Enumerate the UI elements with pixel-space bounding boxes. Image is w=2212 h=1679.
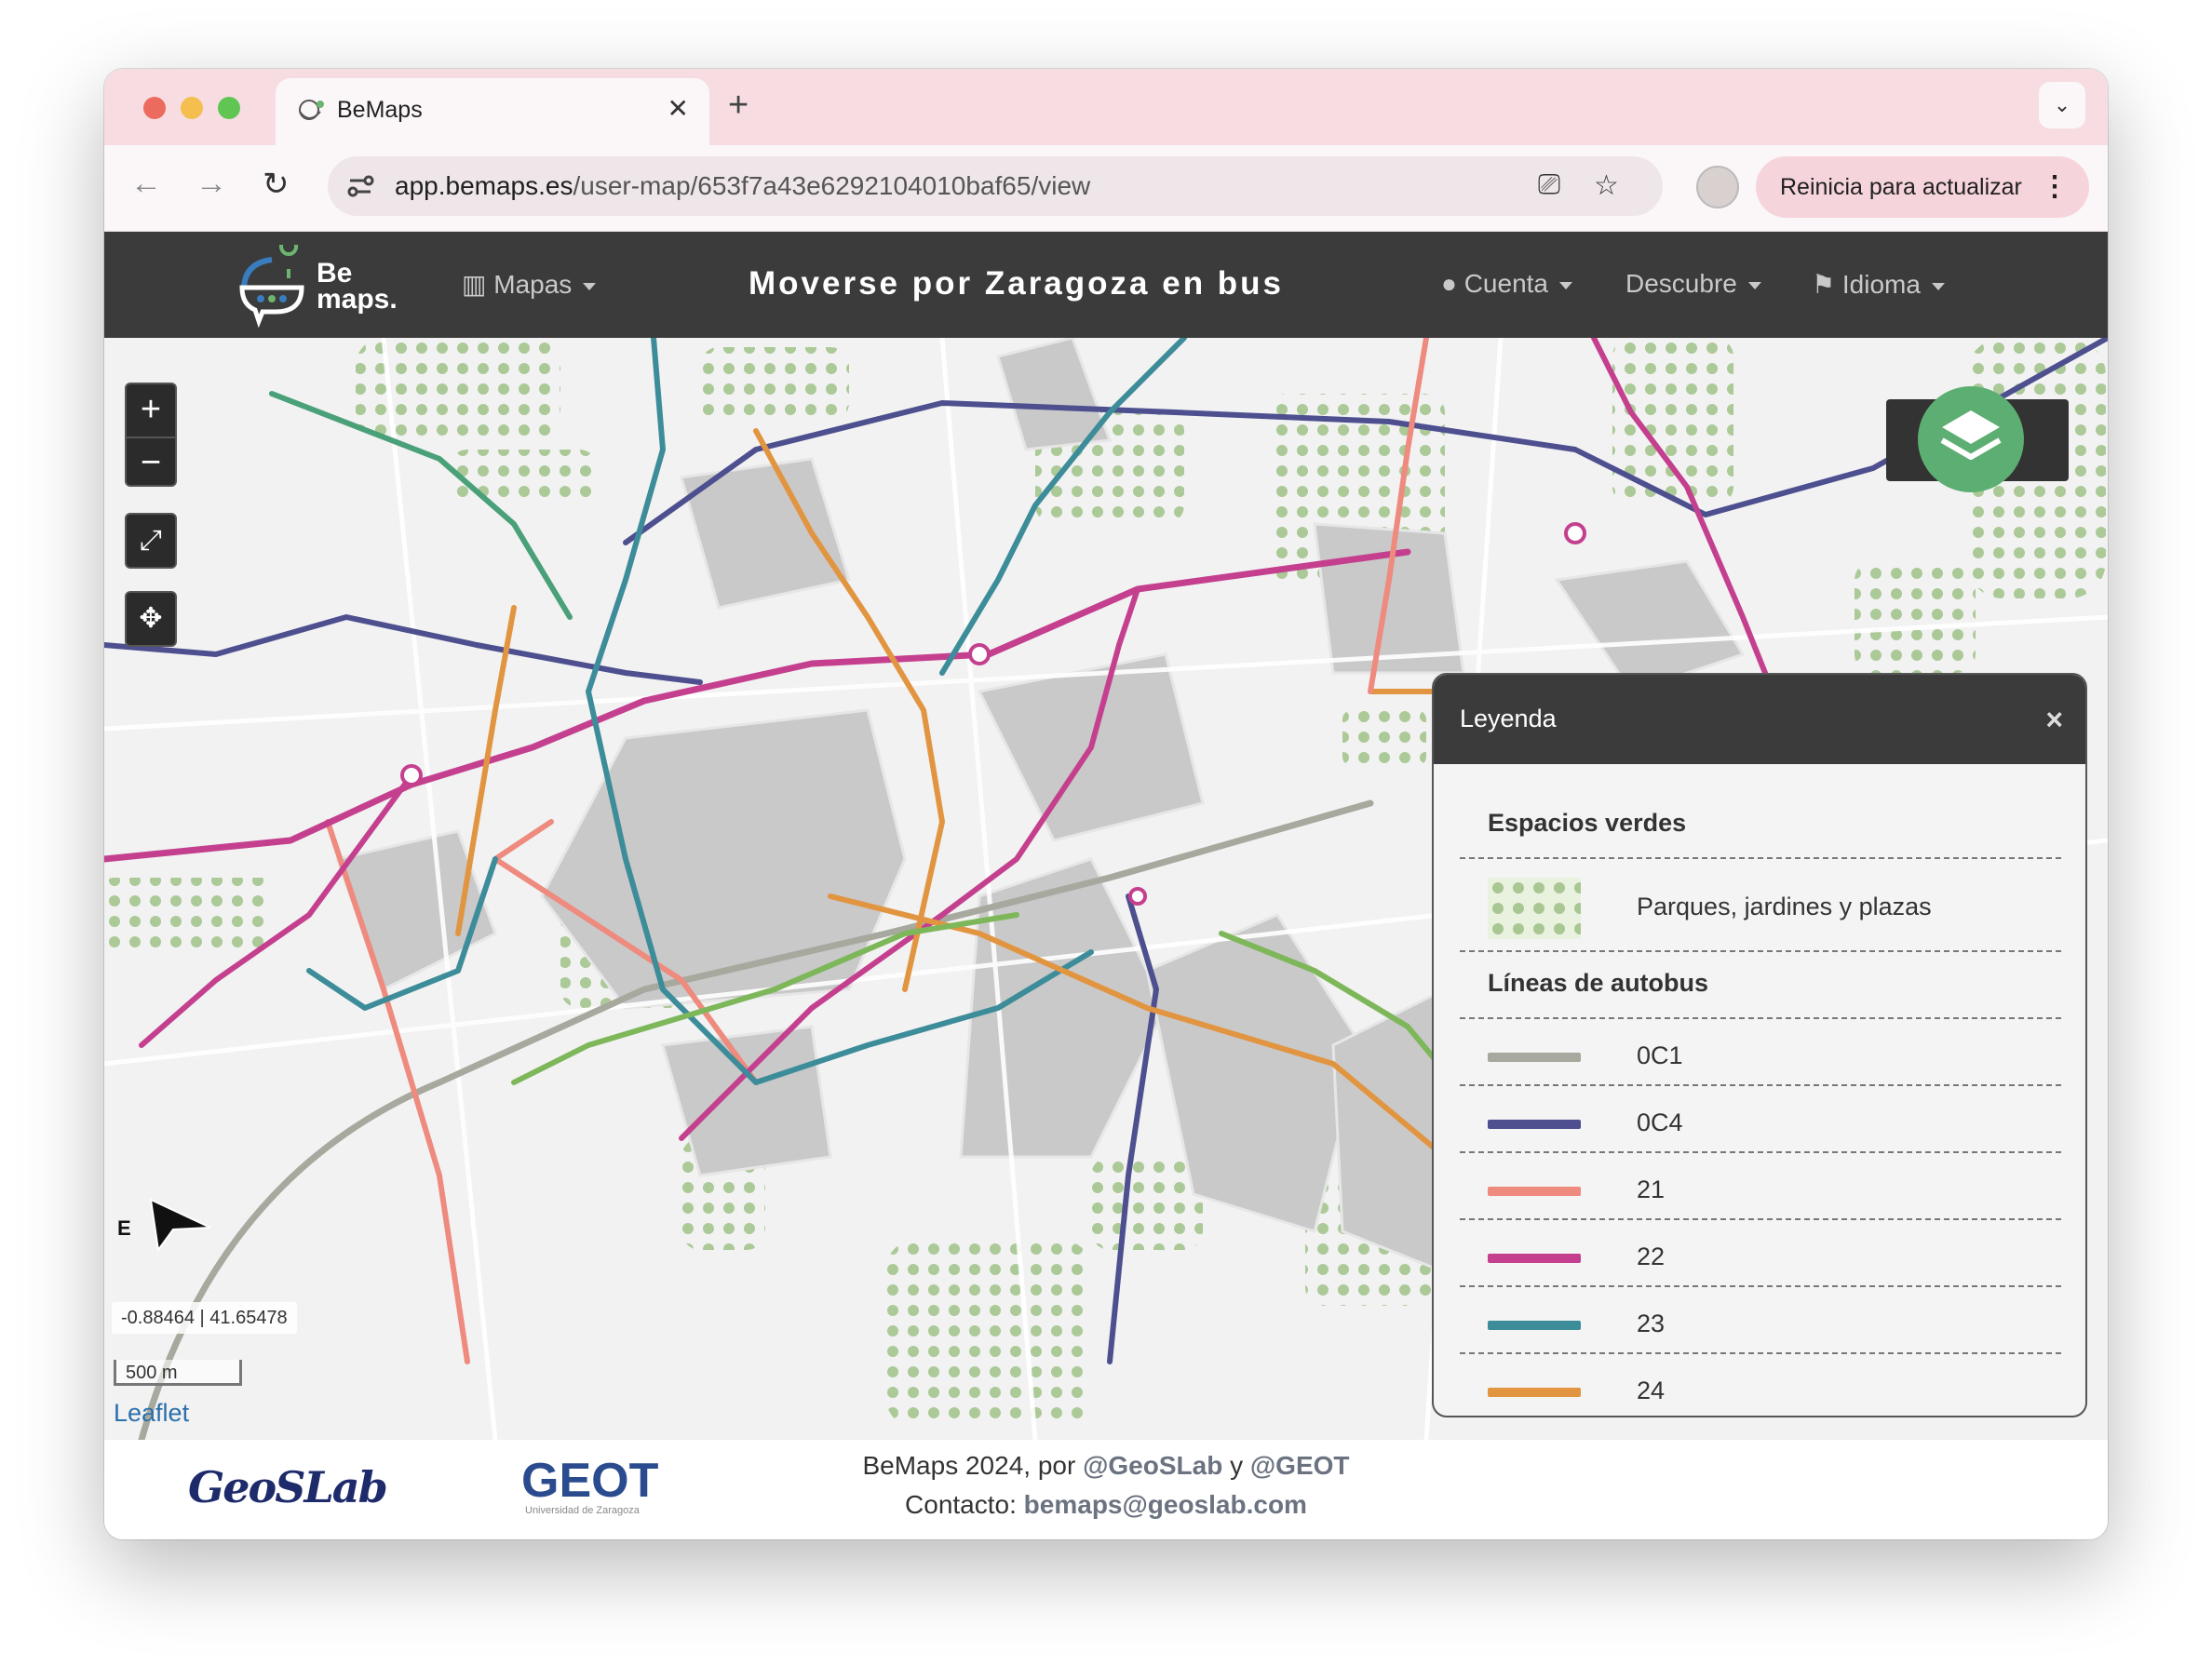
legend-line-label: 21 [1637,1175,1666,1203]
expand-arrows-icon: ✥ [139,603,163,634]
legend-swatch-0C1 [1488,1053,1581,1062]
user-icon: ● [1441,269,1457,298]
close-icon[interactable]: × [2045,703,2063,737]
divider [1460,1017,2061,1019]
page-footer: GeoSLab GEOT Universidad de Zaragoza BeM… [104,1440,2108,1539]
legend-title: Leyenda [1460,705,1557,732]
tab-search-chevron-icon[interactable]: ⌄ [2039,82,2085,128]
legend-line-label: 0C1 [1637,1041,1683,1069]
compass-label: E [117,1216,131,1240]
browser-window: BeMaps ✕ + ⌄ ← → ↻ app.bemaps.es/user-ma… [104,69,2108,1539]
compass-arrow-icon: E [117,1198,211,1253]
close-window-button[interactable] [143,97,166,119]
tab-close-icon[interactable]: ✕ [668,93,689,124]
footer-contact: Contacto: bemaps@geoslab.com [905,1490,1307,1519]
legend-line-label: 24 [1637,1377,1666,1404]
chevron-down-icon [1747,281,1761,289]
layers-icon [1940,410,2002,460]
site-settings-icon[interactable] [344,169,376,201]
bemaps-logo-icon [239,245,304,329]
divider [1460,1218,2061,1220]
zoom-in-button[interactable]: + [127,384,175,438]
browser-toolbar: ← → ↻ app.bemaps.es/user-map/653f7a43e62… [104,145,2108,232]
page-title: Moverse por Zaragoza en bus [749,265,1285,302]
reload-icon[interactable]: ↻ [263,166,290,203]
chevron-down-icon [1931,282,1945,290]
cursor-coordinates: -0.88464 | 41.65478 [112,1302,297,1334]
legend-swatch-22 [1488,1254,1581,1263]
legend-line-label: 22 [1637,1242,1666,1270]
nav-mapas-dropdown[interactable]: ▥ Mapas [462,269,597,300]
map-canvas[interactable]: + − ⤢ ✥ E -0.88464 | 41.65478 500 m Leaf… [104,338,2108,1440]
divider [1460,1352,2061,1354]
zoom-control: + − [125,383,177,487]
fullscreen-button[interactable]: ⤢ [125,513,177,569]
relaunch-label: Reinicia para actualizar [1780,174,2022,200]
legend-section-green: Espacios verdes [1488,809,1687,837]
logo-text-maps: maps. [317,284,398,315]
flag-icon: ⚑ [1812,270,1836,299]
divider [1460,1151,2061,1153]
url-text: app.bemaps.es/user-map/653f7a43e62921040… [395,171,1091,200]
legend-line-label: 0C4 [1637,1108,1683,1136]
nav-idioma-label: Idioma [1841,270,1921,299]
legend-section-bus: Líneas de autobus [1488,969,1709,997]
nav-idioma-dropdown[interactable]: ⚑ Idioma [1812,269,1945,300]
nav-cuenta-dropdown[interactable]: ● Cuenta [1441,269,1572,299]
bookmark-star-icon[interactable]: ☆ [1594,169,1619,202]
bemaps-logo[interactable]: Be maps. [235,245,411,329]
browser-menu-icon[interactable]: ⋮ [2041,156,2069,218]
legend-swatch-0C4 [1488,1120,1581,1129]
fit-bounds-button[interactable]: ✥ [125,591,177,647]
minimize-window-button[interactable] [181,97,203,119]
relaunch-button[interactable]: Reinicia para actualizar ⋮ [1756,156,2089,218]
chevron-down-icon [1559,281,1572,289]
scale-bar: 500 m [114,1360,242,1386]
nav-descubre-dropdown[interactable]: Descubre [1625,269,1761,299]
nav-descubre-label: Descubre [1625,269,1737,298]
address-bar[interactable]: app.bemaps.es/user-map/653f7a43e62921040… [328,156,1663,216]
legend-panel: Leyenda × Espacios verdes Parques, jardi… [1432,673,2087,1417]
legend-header: Leyenda × [1434,675,2085,764]
tab-bemaps[interactable]: BeMaps ✕ [276,78,709,145]
zoom-out-button[interactable]: − [127,438,175,489]
geoslab-link[interactable]: @GeoSLab [1083,1451,1222,1480]
geot-link[interactable]: @GEOT [1250,1451,1350,1480]
expand-diagonal-icon: ⤢ [140,525,162,556]
nav-cuenta-label: Cuenta [1463,269,1548,298]
footer-credits: BeMaps 2024, por @GeoSLab y @GEOT [862,1451,1350,1480]
legend-swatch-24 [1488,1388,1581,1397]
nav-mapas-label: Mapas [493,270,573,299]
maximize-window-button[interactable] [218,97,240,119]
new-tab-icon[interactable]: + [728,86,749,126]
back-arrow-icon[interactable]: ← [130,166,162,202]
app-navbar: Be maps. ▥ Mapas Moverse por Zaragoza en… [104,232,2108,338]
legend-swatch-21 [1488,1187,1581,1196]
tab-title: BeMaps [337,97,423,123]
tab-strip: BeMaps ✕ + ⌄ [104,69,2108,145]
forward-arrow-icon[interactable]: → [196,166,227,202]
divider [1460,1084,2061,1086]
contact-email-link[interactable]: bemaps@geoslab.com [1024,1490,1307,1519]
green-area-swatch [1488,878,1581,939]
bemaps-favicon-icon [299,100,324,120]
install-app-icon[interactable]: ⎚ [1538,169,1560,201]
legend-swatch-23 [1488,1321,1581,1330]
map-icon: ▥ [462,270,487,299]
divider [1460,1285,2061,1287]
leaflet-attribution-link[interactable]: Leaflet [114,1399,189,1428]
profile-avatar[interactable] [1696,166,1739,208]
divider [1460,950,2061,952]
layers-button[interactable] [1918,386,2024,492]
legend-green-label: Parques, jardines y plazas [1637,893,1932,920]
chevron-down-icon [583,282,597,290]
divider [1460,857,2061,859]
legend-line-label: 23 [1637,1310,1666,1337]
